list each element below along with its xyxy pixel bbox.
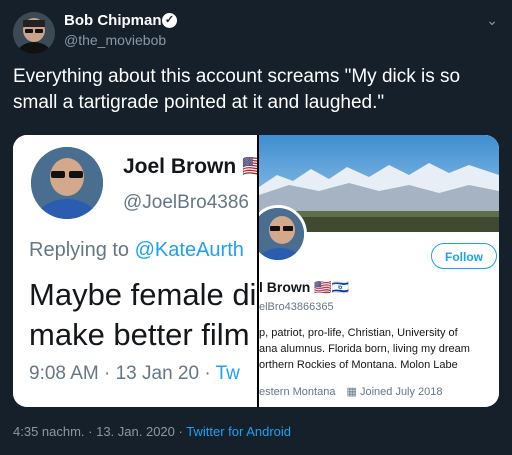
author-name[interactable]: Bob Chipman	[64, 12, 162, 29]
reply-time-source: Tw	[215, 363, 240, 384]
tweet-footer: 4:35 nachm. · 13. Jan. 2020 · Twitter fo…	[13, 424, 291, 439]
reply-body-line1: Maybe female di	[29, 277, 257, 312]
reply-author-name: Joel Brown 🇺🇸	[123, 155, 257, 178]
calendar-icon: ▦	[346, 386, 357, 398]
reply-time: 9:08 AM · 13 Jan 20 ·	[29, 363, 216, 384]
tweet: Bob Chipman ✓ @the_moviebob ⌄ Everything…	[0, 0, 512, 455]
tweet-source[interactable]: Twitter for Android	[186, 424, 291, 439]
replying-to: Replying to @KateAurth	[29, 239, 244, 262]
profile-name: l Brown 🇺🇸🇮🇱	[259, 279, 350, 295]
reply-timestamp: 9:08 AM · 13 Jan 20 · Tw	[29, 363, 240, 385]
chevron-down-icon[interactable]: ⌄	[486, 12, 498, 29]
profile-bio-line2: ana alumnus. Florida born, living my dre…	[259, 343, 470, 355]
profile-location: estern Montana	[259, 386, 336, 398]
author-handle[interactable]: @the_moviebob	[64, 32, 166, 48]
replying-prefix: Replying to	[29, 239, 135, 261]
follow-button: Follow	[431, 243, 497, 269]
profile-bio-line3: orthern Rockies of Montana. Molon Labe	[259, 359, 458, 371]
replying-mention: @KateAurth	[134, 239, 244, 261]
tweet-text: Everything about this account screams "M…	[13, 66, 461, 113]
tweet-timestamp[interactable]: 4:35 nachm. · 13. Jan. 2020	[13, 424, 175, 439]
profile-bio: p, patriot, pro-life, Christian, Univers…	[259, 325, 499, 373]
verified-badge-icon: ✓	[162, 13, 177, 28]
reply-avatar	[31, 147, 103, 219]
reply-body-line2: make better film	[29, 317, 250, 352]
profile-joined: Joined July 2018	[359, 386, 443, 398]
profile-handle: elBro43866365	[259, 301, 334, 313]
profile-bio-line1: p, patriot, pro-life, Christian, Univers…	[259, 327, 458, 339]
reply-body: Maybe female di make better film	[29, 275, 257, 355]
footer-separator: ·	[178, 424, 183, 439]
profile-meta: estern Montana ▦ Joined July 2018	[259, 385, 443, 398]
tweet-media[interactable]: Joel Brown 🇺🇸 @JoelBro4386 Replying to @…	[13, 135, 499, 407]
reply-author-handle: @JoelBro4386	[123, 192, 249, 213]
author-avatar[interactable]	[13, 12, 55, 54]
reply-screenshot: Joel Brown 🇺🇸 @JoelBro4386 Replying to @…	[13, 135, 257, 407]
profile-screenshot: Follow l Brown 🇺🇸🇮🇱 elBro43866365 p, pat…	[259, 135, 499, 407]
